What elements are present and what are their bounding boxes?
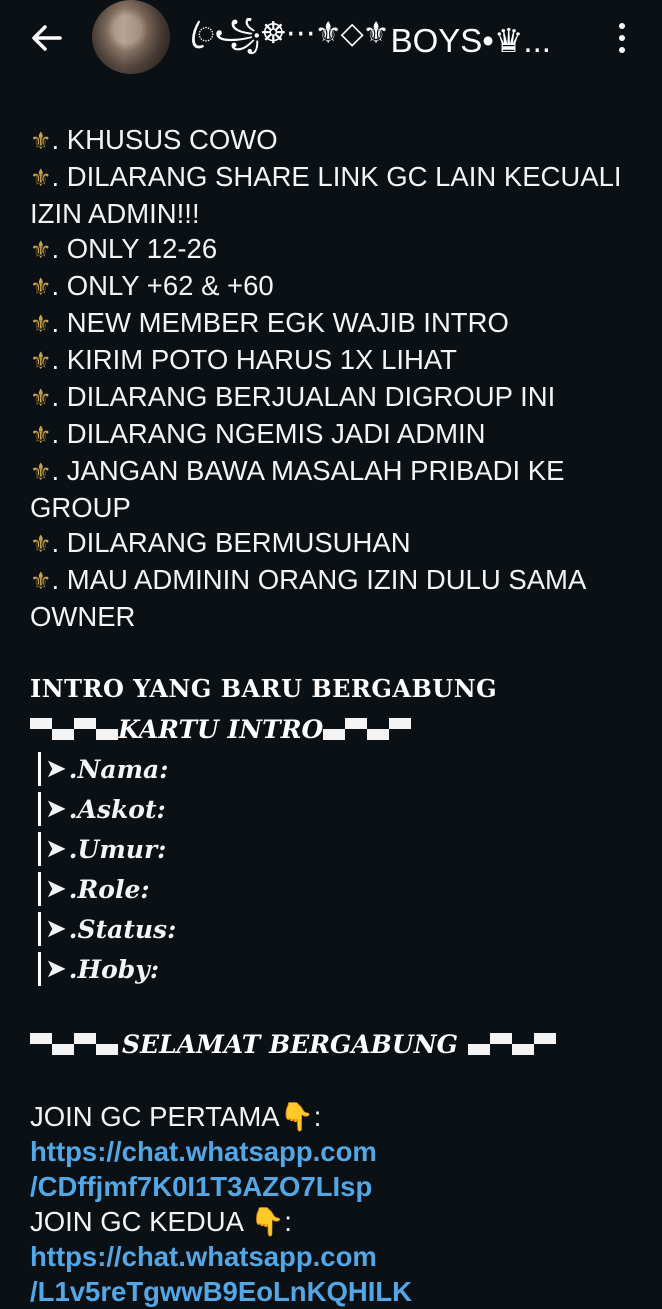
fleur-icon: ⚜ — [30, 384, 52, 412]
intro-field: ➤. Askot: — [30, 789, 650, 829]
fleur-icon: ⚜ — [30, 236, 52, 264]
fleur-icon: ⚜ — [30, 530, 52, 558]
checker-icon — [467, 1033, 556, 1055]
fleur-icon: ⚜ — [30, 273, 52, 301]
card-title-row: KARTU INTRO — [30, 709, 650, 749]
rule-item: ⚜. KHUSUS COWO — [30, 124, 278, 155]
arrow-icon: ➤ — [45, 793, 67, 824]
intro-fields: ➤. Nama: ➤. Askot: ➤. Umur: ➤. Role: ➤. … — [30, 749, 650, 989]
rules-list: ⚜. KHUSUS COWO ⚜. DILARANG SHARE LINK GC… — [30, 122, 650, 634]
fleur-icon: ⚜ — [30, 127, 52, 155]
chat-header: ꦿ꧁☸⋯⚜◇⚜ BOYS•♛... — [0, 0, 662, 78]
arrow-icon: ➤ — [45, 913, 67, 944]
arrow-left-icon — [32, 25, 62, 51]
fleur-icon: ⚜ — [30, 310, 52, 338]
group-avatar[interactable] — [92, 0, 170, 74]
rule-item: ⚜. ONLY +62 & +60 — [30, 270, 274, 301]
more-vert-icon[interactable] — [604, 18, 640, 58]
fleur-icon: ⚜ — [30, 421, 52, 449]
checker-icon — [30, 718, 118, 740]
rule-item: ⚜. DILARANG BERJUALAN DIGROUP INI — [30, 381, 556, 412]
checker-icon — [30, 1033, 118, 1055]
rule-item: ⚜. DILARANG NGEMIS JADI ADMIN — [30, 418, 486, 449]
intro-field: ➤. Nama: — [30, 749, 650, 789]
arrow-icon: ➤ — [45, 833, 67, 864]
rule-item: ⚜. JANGAN BAWA MASALAH PRIBADI KE GROUP — [30, 455, 565, 523]
intro-field: ➤. Role: — [30, 869, 650, 909]
join-second-link[interactable]: https://chat.whatsapp.com /L1v5reTgwwB9E… — [30, 1239, 650, 1309]
join-first-label: JOIN GC PERTAMA👇: — [30, 1101, 322, 1132]
intro-heading: INTRO YANG BARU BERGABUNG — [30, 674, 498, 703]
intro-field: ➤. Hoby: — [30, 949, 650, 989]
arrow-icon: ➤ — [45, 873, 67, 904]
join-first-link[interactable]: https://chat.whatsapp.com /CDffjmf7K0I1T… — [30, 1134, 650, 1204]
title-decoration: ꦿ꧁☸⋯⚜◇⚜ — [190, 18, 390, 51]
rule-item: ⚜. DILARANG BERMUSUHAN — [30, 527, 411, 558]
join-section: JOIN GC PERTAMA👇: https://chat.whatsapp.… — [30, 1099, 650, 1309]
back-button[interactable] — [26, 18, 66, 58]
intro-field: ➤. Umur: — [30, 829, 650, 869]
fleur-icon: ⚜ — [30, 347, 52, 375]
card-title: KARTU INTRO — [118, 714, 324, 744]
checker-icon — [323, 718, 412, 740]
rule-item: ⚜. DILARANG SHARE LINK GC LAIN KECUALI I… — [30, 161, 622, 229]
rule-item: ⚜. KIRIM POTO HARUS 1X LIHAT — [30, 344, 457, 375]
title-text: BOYS•♛... — [390, 21, 551, 59]
group-title[interactable]: ꦿ꧁☸⋯⚜◇⚜ BOYS•♛... — [190, 18, 585, 62]
rule-item: ⚜. NEW MEMBER EGK WAJIB INTRO — [30, 307, 509, 338]
fleur-icon: ⚜ — [30, 458, 52, 486]
rule-item: ⚜. MAU ADMININ ORANG IZIN DULU SAMA OWNE… — [30, 564, 585, 632]
intro-field: ➤. Status: — [30, 909, 650, 949]
arrow-icon: ➤ — [45, 753, 67, 784]
welcome-text: SELAMAT BERGABUNG — [122, 1029, 458, 1059]
welcome-row: SELAMAT BERGABUNG — [30, 1024, 650, 1064]
arrow-icon: ➤ — [45, 953, 67, 984]
group-description: ⚜. KHUSUS COWO ⚜. DILARANG SHARE LINK GC… — [30, 122, 650, 1309]
rule-item: ⚜. ONLY 12-26 — [30, 233, 218, 264]
fleur-icon: ⚜ — [30, 567, 52, 595]
fleur-icon: ⚜ — [30, 164, 52, 192]
join-second-label: JOIN GC KEDUA 👇: — [30, 1206, 292, 1237]
